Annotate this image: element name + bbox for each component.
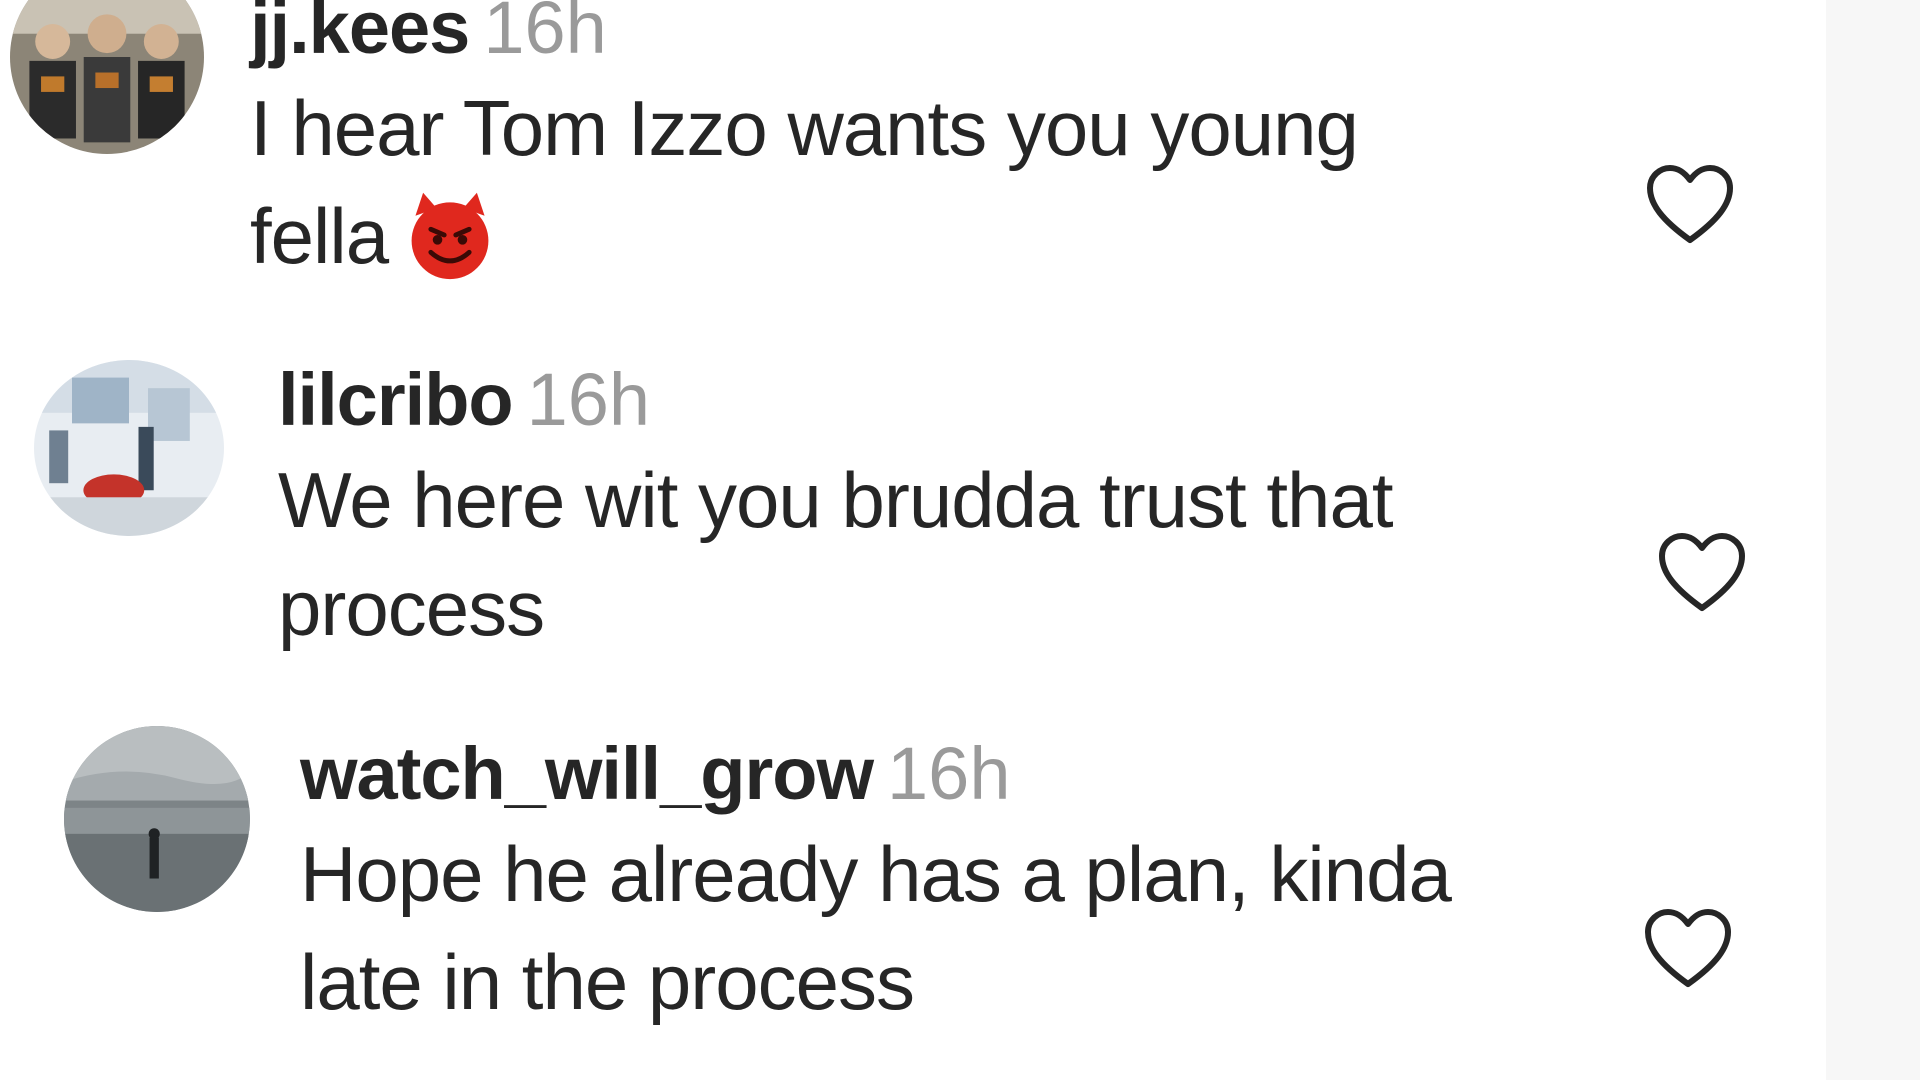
comment-text-line: fella bbox=[250, 182, 1358, 290]
comment-item: lilcribo 16h We here wit you brudda trust… bbox=[0, 360, 1780, 680]
room-photo-avatar[interactable] bbox=[34, 360, 224, 536]
comment-username[interactable]: jj.kees bbox=[250, 0, 470, 69]
comment-timestamp[interactable]: 16h bbox=[483, 0, 606, 69]
comment-text-line: I hear Tom Izzo wants you young bbox=[250, 84, 1359, 172]
comment-header: jj.kees 16h bbox=[250, 0, 1358, 68]
comment-header: lilcribo 16h bbox=[278, 360, 1393, 440]
comment-content: lilcribo 16h We here wit you brudda trust… bbox=[278, 360, 1393, 662]
comment-text: I hear Tom Izzo wants you young fella bbox=[250, 74, 1359, 290]
comment-timestamp[interactable]: 16h bbox=[887, 732, 1010, 815]
comment-text: We here wit you brudda trust that proces… bbox=[278, 446, 1393, 662]
comment-content: jj.kees 16h I hear Tom Izzo wants you you… bbox=[250, 0, 1359, 290]
comment-header: watch_will_grow 16h bbox=[300, 734, 1451, 814]
comments-page: jj.kees 16h I hear Tom Izzo wants you you… bbox=[0, 0, 1920, 1080]
comment-text-line: We here wit you brudda trust that bbox=[278, 456, 1393, 544]
group-photo-avatar[interactable] bbox=[10, 0, 204, 154]
comment-content: watch_will_grow 16h Hope he already has a… bbox=[300, 734, 1452, 1036]
comment-item: jj.kees 16h I hear Tom Izzo wants you you… bbox=[0, 0, 1780, 300]
comment-text-line: process bbox=[278, 564, 545, 652]
comment-text-line: Hope he already has a plan, kinda bbox=[300, 830, 1452, 918]
comment-text: Hope he already has a plan, kinda late i… bbox=[300, 820, 1452, 1036]
smiling-devil-emoji bbox=[402, 187, 498, 283]
right-edge-strip bbox=[1826, 0, 1920, 1080]
comment-username[interactable]: lilcribo bbox=[278, 358, 514, 441]
heart-outline-icon[interactable] bbox=[1640, 904, 1736, 992]
comment-text-line-end: fella bbox=[250, 192, 389, 280]
comment-item: watch_will_grow 16h Hope he already has a… bbox=[0, 726, 1780, 1056]
comment-timestamp[interactable]: 16h bbox=[527, 358, 650, 441]
comment-text-line: late in the process bbox=[300, 938, 915, 1026]
beach-photo-avatar[interactable] bbox=[64, 726, 250, 912]
heart-outline-icon[interactable] bbox=[1642, 160, 1738, 248]
comment-username[interactable]: watch_will_grow bbox=[300, 732, 874, 815]
heart-outline-icon[interactable] bbox=[1654, 528, 1750, 616]
